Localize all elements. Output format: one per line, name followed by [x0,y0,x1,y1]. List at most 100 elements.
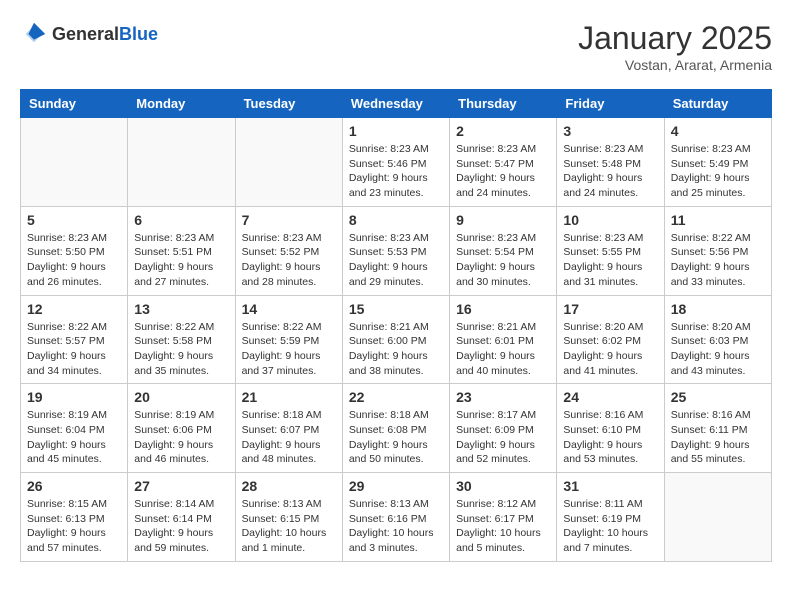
calendar-cell: 20Sunrise: 8:19 AM Sunset: 6:06 PM Dayli… [128,384,235,473]
location: Vostan, Ararat, Armenia [578,57,772,73]
day-info: Sunrise: 8:20 AM Sunset: 6:03 PM Dayligh… [671,320,765,379]
month-title: January 2025 [578,20,772,57]
day-info: Sunrise: 8:17 AM Sunset: 6:09 PM Dayligh… [456,408,550,467]
day-info: Sunrise: 8:22 AM Sunset: 5:58 PM Dayligh… [134,320,228,379]
calendar-cell: 28Sunrise: 8:13 AM Sunset: 6:15 PM Dayli… [235,473,342,562]
day-number: 4 [671,123,765,139]
day-number: 6 [134,212,228,228]
calendar-cell: 21 Sunrise: 8:18 AM Sunset: 6:07 PM Dayli… [235,384,342,473]
calendar-cell: 14 Sunrise: 8:22 AM Sunset: 5:59 PM Dayli… [235,295,342,384]
day-info: Sunrise: 8:15 AM Sunset: 6:13 PM Dayligh… [27,497,121,556]
calendar-week-row: 26 Sunrise: 8:15 AM Sunset: 6:13 PM Dayli… [21,473,772,562]
logo-general: General [52,24,119,44]
day-number: 14 [242,301,336,317]
calendar-table: SundayMondayTuesdayWednesdayThursdayFrid… [20,89,772,562]
calendar-cell: 11 Sunrise: 8:22 AM Sunset: 5:56 PM Dayli… [664,206,771,295]
day-of-week-header: Tuesday [235,90,342,118]
day-number: 17 [563,301,657,317]
day-number: 22 [349,389,443,405]
day-number: 24 [563,389,657,405]
day-info: Sunrise: 8:20 AM Sunset: 6:02 PM Dayligh… [563,320,657,379]
day-of-week-header: Saturday [664,90,771,118]
calendar-cell: 31Sunrise: 8:11 AM Sunset: 6:19 PM Dayli… [557,473,664,562]
day-number: 12 [27,301,121,317]
day-number: 3 [563,123,657,139]
day-number: 26 [27,478,121,494]
day-info: Sunrise: 8:16 AM Sunset: 6:10 PM Dayligh… [563,408,657,467]
day-number: 30 [456,478,550,494]
calendar-cell: 22Sunrise: 8:18 AM Sunset: 6:08 PM Dayli… [342,384,449,473]
calendar-cell: 29Sunrise: 8:13 AM Sunset: 6:16 PM Dayli… [342,473,449,562]
calendar-cell: 6 Sunrise: 8:23 AM Sunset: 5:51 PM Daylig… [128,206,235,295]
day-number: 15 [349,301,443,317]
calendar-week-row: 12 Sunrise: 8:22 AM Sunset: 5:57 PM Dayli… [21,295,772,384]
day-number: 13 [134,301,228,317]
calendar-cell: 4 Sunrise: 8:23 AM Sunset: 5:49 PM Daylig… [664,118,771,207]
day-info: Sunrise: 8:23 AM Sunset: 5:54 PM Dayligh… [456,231,550,290]
calendar-cell: 25Sunrise: 8:16 AM Sunset: 6:11 PM Dayli… [664,384,771,473]
day-number: 8 [349,212,443,228]
day-number: 2 [456,123,550,139]
day-number: 9 [456,212,550,228]
day-info: Sunrise: 8:23 AM Sunset: 5:52 PM Dayligh… [242,231,336,290]
day-info: Sunrise: 8:23 AM Sunset: 5:48 PM Dayligh… [563,142,657,201]
day-number: 1 [349,123,443,139]
day-of-week-header: Wednesday [342,90,449,118]
day-number: 23 [456,389,550,405]
day-of-week-header: Thursday [450,90,557,118]
calendar-cell: 23 Sunrise: 8:17 AM Sunset: 6:09 PM Dayli… [450,384,557,473]
calendar-week-row: 5Sunrise: 8:23 AM Sunset: 5:50 PM Daylig… [21,206,772,295]
calendar-cell: 27 Sunrise: 8:14 AM Sunset: 6:14 PM Dayli… [128,473,235,562]
day-number: 18 [671,301,765,317]
day-info: Sunrise: 8:23 AM Sunset: 5:50 PM Dayligh… [27,231,121,290]
calendar-cell: 5Sunrise: 8:23 AM Sunset: 5:50 PM Daylig… [21,206,128,295]
day-info: Sunrise: 8:23 AM Sunset: 5:51 PM Dayligh… [134,231,228,290]
calendar-cell: 9 Sunrise: 8:23 AM Sunset: 5:54 PM Daylig… [450,206,557,295]
day-number: 28 [242,478,336,494]
calendar-cell: 7Sunrise: 8:23 AM Sunset: 5:52 PM Daylig… [235,206,342,295]
day-of-week-header: Monday [128,90,235,118]
calendar-cell: 2 Sunrise: 8:23 AM Sunset: 5:47 PM Daylig… [450,118,557,207]
day-info: Sunrise: 8:21 AM Sunset: 6:01 PM Dayligh… [456,320,550,379]
day-info: Sunrise: 8:22 AM Sunset: 5:57 PM Dayligh… [27,320,121,379]
calendar-cell: 3 Sunrise: 8:23 AM Sunset: 5:48 PM Daylig… [557,118,664,207]
calendar-cell: 16Sunrise: 8:21 AM Sunset: 6:01 PM Dayli… [450,295,557,384]
calendar-cell: 10Sunrise: 8:23 AM Sunset: 5:55 PM Dayli… [557,206,664,295]
day-number: 11 [671,212,765,228]
day-number: 21 [242,389,336,405]
calendar-week-row: 19 Sunrise: 8:19 AM Sunset: 6:04 PM Dayli… [21,384,772,473]
calendar-cell: 19 Sunrise: 8:19 AM Sunset: 6:04 PM Dayli… [21,384,128,473]
day-number: 27 [134,478,228,494]
calendar-cell: 13 Sunrise: 8:22 AM Sunset: 5:58 PM Dayli… [128,295,235,384]
calendar-cell: 12 Sunrise: 8:22 AM Sunset: 5:57 PM Dayli… [21,295,128,384]
calendar-cell: 1Sunrise: 8:23 AM Sunset: 5:46 PM Daylig… [342,118,449,207]
day-info: Sunrise: 8:22 AM Sunset: 5:59 PM Dayligh… [242,320,336,379]
calendar-cell: 30 Sunrise: 8:12 AM Sunset: 6:17 PM Dayli… [450,473,557,562]
calendar-cell: 17 Sunrise: 8:20 AM Sunset: 6:02 PM Dayli… [557,295,664,384]
day-of-week-header: Sunday [21,90,128,118]
day-info: Sunrise: 8:23 AM Sunset: 5:49 PM Dayligh… [671,142,765,201]
day-number: 29 [349,478,443,494]
day-number: 19 [27,389,121,405]
calendar-cell: 8 Sunrise: 8:23 AM Sunset: 5:53 PM Daylig… [342,206,449,295]
day-info: Sunrise: 8:21 AM Sunset: 6:00 PM Dayligh… [349,320,443,379]
day-info: Sunrise: 8:18 AM Sunset: 6:07 PM Dayligh… [242,408,336,467]
day-info: Sunrise: 8:23 AM Sunset: 5:47 PM Dayligh… [456,142,550,201]
logo-icon [20,20,48,48]
day-info: Sunrise: 8:23 AM Sunset: 5:53 PM Dayligh… [349,231,443,290]
calendar-cell [664,473,771,562]
day-info: Sunrise: 8:23 AM Sunset: 5:55 PM Dayligh… [563,231,657,290]
calendar-cell: 24 Sunrise: 8:16 AM Sunset: 6:10 PM Dayli… [557,384,664,473]
day-info: Sunrise: 8:22 AM Sunset: 5:56 PM Dayligh… [671,231,765,290]
logo-text: GeneralBlue [52,24,158,45]
day-info: Sunrise: 8:19 AM Sunset: 6:04 PM Dayligh… [27,408,121,467]
day-info: Sunrise: 8:12 AM Sunset: 6:17 PM Dayligh… [456,497,550,556]
page-header: GeneralBlue January 2025 Vostan, Ararat,… [20,20,772,73]
day-number: 25 [671,389,765,405]
day-info: Sunrise: 8:14 AM Sunset: 6:14 PM Dayligh… [134,497,228,556]
calendar-week-row: 1Sunrise: 8:23 AM Sunset: 5:46 PM Daylig… [21,118,772,207]
day-of-week-header: Friday [557,90,664,118]
day-info: Sunrise: 8:11 AM Sunset: 6:19 PM Dayligh… [563,497,657,556]
calendar-cell: 18 Sunrise: 8:20 AM Sunset: 6:03 PM Dayli… [664,295,771,384]
title-section: January 2025 Vostan, Ararat, Armenia [578,20,772,73]
